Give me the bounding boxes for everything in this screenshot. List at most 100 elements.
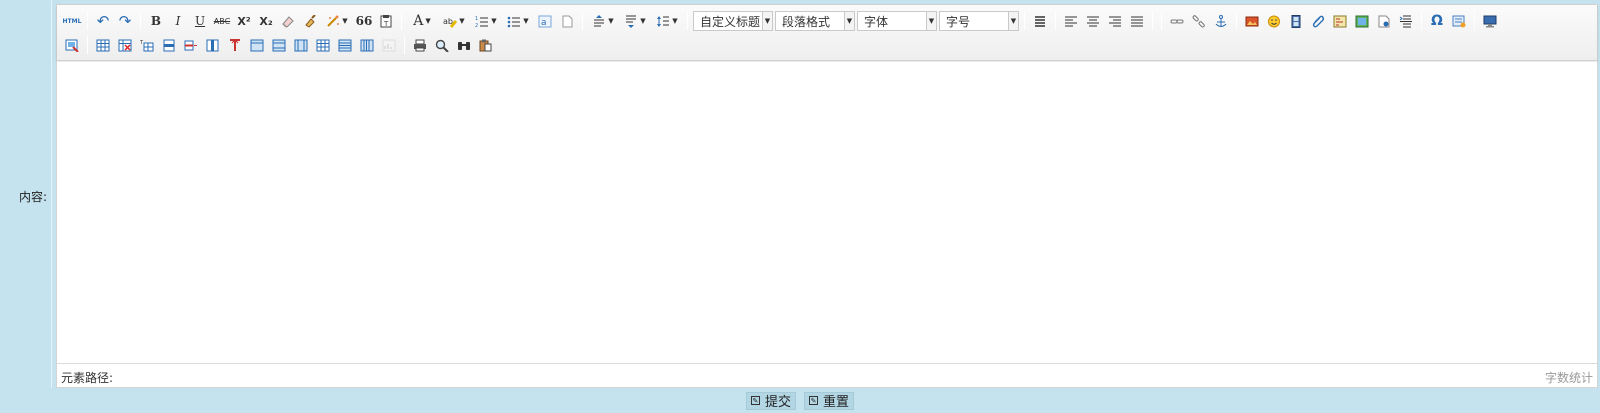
- split-to-rows-icon[interactable]: [334, 35, 356, 55]
- custom-heading-value: 自定义标题: [700, 14, 761, 29]
- html-source-button[interactable]: HTML: [61, 11, 83, 31]
- text-direction-icon[interactable]: [1029, 11, 1051, 31]
- special-chars-button[interactable]: Ω: [1426, 11, 1448, 31]
- toolbar-separator: [1421, 12, 1422, 30]
- chevron-down-icon: ▼: [1008, 12, 1018, 30]
- toolbar-separator: [87, 36, 88, 54]
- attachment-icon[interactable]: [1307, 11, 1329, 31]
- merge-right-icon[interactable]: [268, 35, 290, 55]
- delete-table-icon[interactable]: [114, 35, 136, 55]
- svg-text:T: T: [140, 40, 144, 46]
- editor-content-area[interactable]: [57, 62, 1597, 354]
- unlink-icon[interactable]: [1188, 11, 1210, 31]
- background-icon[interactable]: [61, 35, 83, 55]
- align-center-icon[interactable]: [1082, 11, 1104, 31]
- paragraph-format-value: 段落格式: [782, 14, 831, 29]
- editor-toolbar: HTML ↶ ↷ B I U ABC X² X₂ ▼ 66 T A ▼ ab ▼…: [57, 5, 1597, 61]
- paragraph-format-select[interactable]: 段落格式 ▼: [775, 11, 855, 31]
- svg-text:a: a: [541, 18, 547, 28]
- unordered-list-icon[interactable]: ▼: [502, 11, 534, 31]
- italic-button[interactable]: I: [167, 11, 189, 31]
- emotion-icon[interactable]: [1263, 11, 1285, 31]
- toolbar-separator: [404, 36, 405, 54]
- print-preview-icon[interactable]: [431, 35, 453, 55]
- align-left-icon[interactable]: [1060, 11, 1082, 31]
- delete-row-icon[interactable]: [180, 35, 202, 55]
- rich-text-editor: HTML ↶ ↷ B I U ABC X² X₂ ▼ 66 T A ▼ ab ▼…: [56, 4, 1598, 388]
- word-image-icon[interactable]: a: [534, 11, 556, 31]
- font-size-value: 字号: [946, 14, 971, 29]
- blockquote-button[interactable]: 66: [353, 11, 375, 31]
- toolbar-separator: [1236, 12, 1237, 30]
- redo-icon[interactable]: ↷: [114, 11, 136, 31]
- strikethrough-button[interactable]: ABC: [211, 11, 233, 31]
- font-color-label: A: [413, 13, 424, 29]
- insert-table-icon[interactable]: [92, 35, 114, 55]
- search-replace-icon[interactable]: [453, 35, 475, 55]
- row-spacing-bottom-icon[interactable]: ▼: [619, 11, 651, 31]
- bold-button[interactable]: B: [145, 11, 167, 31]
- merge-down-icon[interactable]: [290, 35, 312, 55]
- split-to-cols-icon[interactable]: [356, 35, 378, 55]
- split-to-cells-icon[interactable]: [312, 35, 334, 55]
- ordered-list-icon[interactable]: 1 2 ▼: [470, 11, 502, 31]
- font-family-value: 字体: [864, 14, 889, 29]
- line-height-icon[interactable]: ▼: [651, 11, 683, 31]
- undo-icon[interactable]: ↶: [92, 11, 114, 31]
- reset-button-label: 重置: [823, 395, 850, 410]
- image-icon[interactable]: [1241, 11, 1263, 31]
- merge-cells-icon[interactable]: [246, 35, 268, 55]
- submit-button[interactable]: ✎ 提交: [745, 391, 796, 410]
- align-right-icon[interactable]: [1104, 11, 1126, 31]
- chevron-down-icon: ▼: [762, 12, 772, 30]
- superscript-button[interactable]: X²: [233, 11, 255, 31]
- video-icon[interactable]: [1285, 11, 1307, 31]
- new-document-icon[interactable]: [556, 11, 578, 31]
- align-justify-icon[interactable]: [1126, 11, 1148, 31]
- toolbar-separator: [1152, 12, 1153, 30]
- reset-button[interactable]: ✎ 重置: [804, 391, 855, 410]
- chevron-down-icon: ▼: [926, 12, 936, 30]
- custom-heading-select[interactable]: 自定义标题 ▼: [693, 11, 773, 31]
- auto-typeset-icon[interactable]: ▼: [321, 11, 353, 31]
- edit-icon: ✎: [809, 396, 818, 405]
- format-painter-icon[interactable]: [299, 11, 321, 31]
- delete-col-icon[interactable]: [224, 35, 246, 55]
- toolbar-separator: [687, 12, 688, 30]
- link-icon[interactable]: [1166, 11, 1188, 31]
- template-icon[interactable]: [1448, 11, 1470, 31]
- element-path-label: 元素路径:: [61, 371, 114, 385]
- toolbar-separator: [582, 12, 583, 30]
- map-icon[interactable]: [1329, 11, 1351, 31]
- insert-col-icon[interactable]: [202, 35, 224, 55]
- insert-row-icon[interactable]: [158, 35, 180, 55]
- toolbar-row-2: T: [61, 34, 497, 56]
- eraser-icon[interactable]: [277, 11, 299, 31]
- toolbar-separator: [1024, 12, 1025, 30]
- page-break-icon[interactable]: [1395, 11, 1417, 31]
- insert-frame-icon[interactable]: [1373, 11, 1395, 31]
- content-field-label: 内容:: [18, 190, 47, 204]
- charts-icon[interactable]: [378, 35, 400, 55]
- print-icon[interactable]: [409, 35, 431, 55]
- font-family-select[interactable]: 字体 ▼: [857, 11, 937, 31]
- font-color-button[interactable]: A ▼: [406, 11, 438, 31]
- highlight-color-icon[interactable]: ab ▼: [438, 11, 470, 31]
- svg-text:2: 2: [475, 23, 478, 28]
- underline-button[interactable]: U: [189, 11, 211, 31]
- svg-text:1: 1: [475, 16, 478, 22]
- toolbar-separator: [1161, 12, 1162, 30]
- row-spacing-top-icon[interactable]: ▼: [587, 11, 619, 31]
- insert-paragraph-before-table-icon[interactable]: T: [136, 35, 158, 55]
- toolbar-separator: [140, 12, 141, 30]
- preview-icon[interactable]: [1479, 11, 1501, 31]
- gmap-icon[interactable]: [1351, 11, 1373, 31]
- subscript-button[interactable]: X₂: [255, 11, 277, 31]
- anchor-icon[interactable]: [1210, 11, 1232, 31]
- edit-icon: ✎: [750, 396, 760, 405]
- toolbar-separator: [87, 12, 88, 30]
- paste-icon[interactable]: [475, 35, 497, 55]
- toolbar-separator: [1474, 12, 1475, 30]
- font-size-select[interactable]: 字号 ▼: [939, 11, 1019, 31]
- paste-plain-icon[interactable]: T: [375, 11, 397, 31]
